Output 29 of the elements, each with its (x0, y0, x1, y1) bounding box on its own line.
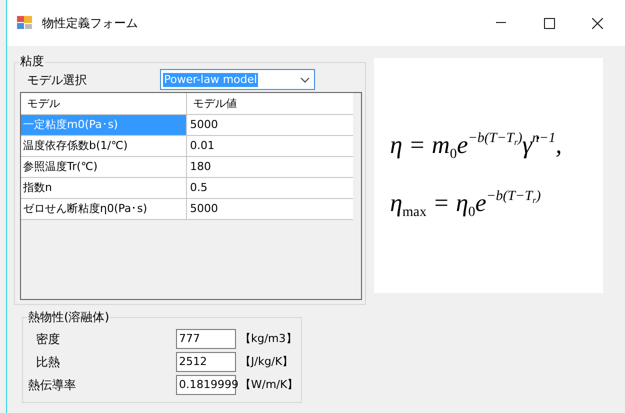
input-field[interactable]: 2512 (176, 352, 236, 372)
minimize-icon (496, 22, 506, 24)
table-cell[interactable]: 指数n (21, 178, 187, 198)
table-cell[interactable]: ゼロせん断粘度η0(Pa･s) (21, 199, 187, 219)
maximize-icon (544, 18, 554, 28)
unit-label: 【W/m/K】 (240, 376, 298, 393)
table-cell[interactable]: 5000 (187, 115, 353, 135)
field-label: 密度 (36, 331, 61, 348)
field-label: 熱伝導率 (28, 377, 77, 394)
table-cell[interactable]: 参照温度Tr(℃) (21, 157, 187, 177)
table-cell[interactable]: 5000 (187, 199, 353, 219)
column-header[interactable]: モデル値 (187, 93, 353, 114)
field-label: 比熱 (36, 354, 61, 371)
field-label: モデル選択 (27, 72, 88, 88)
group-label: 粘度 (19, 53, 45, 69)
input-field[interactable]: 777 (176, 329, 236, 349)
column-header[interactable]: モデル (21, 93, 187, 114)
window-title: 物性定義フォーム (42, 15, 138, 32)
unit-label: 【kg/m3】 (240, 330, 297, 347)
table-cell[interactable]: 0.5 (187, 178, 353, 198)
table-cell[interactable]: 温度依存係数b(1/℃) (21, 136, 187, 156)
input-field[interactable]: 0.1819999 (176, 375, 236, 395)
table-cell[interactable]: 0.01 (187, 136, 353, 156)
group-label: 熱物性(溶融体) (27, 309, 110, 325)
chevron-down-icon (300, 76, 310, 82)
table-cell[interactable]: 180 (187, 157, 353, 177)
close-icon (592, 18, 602, 28)
app-icon (17, 16, 33, 30)
unit-label: 【J/kg/K】 (240, 354, 294, 370)
